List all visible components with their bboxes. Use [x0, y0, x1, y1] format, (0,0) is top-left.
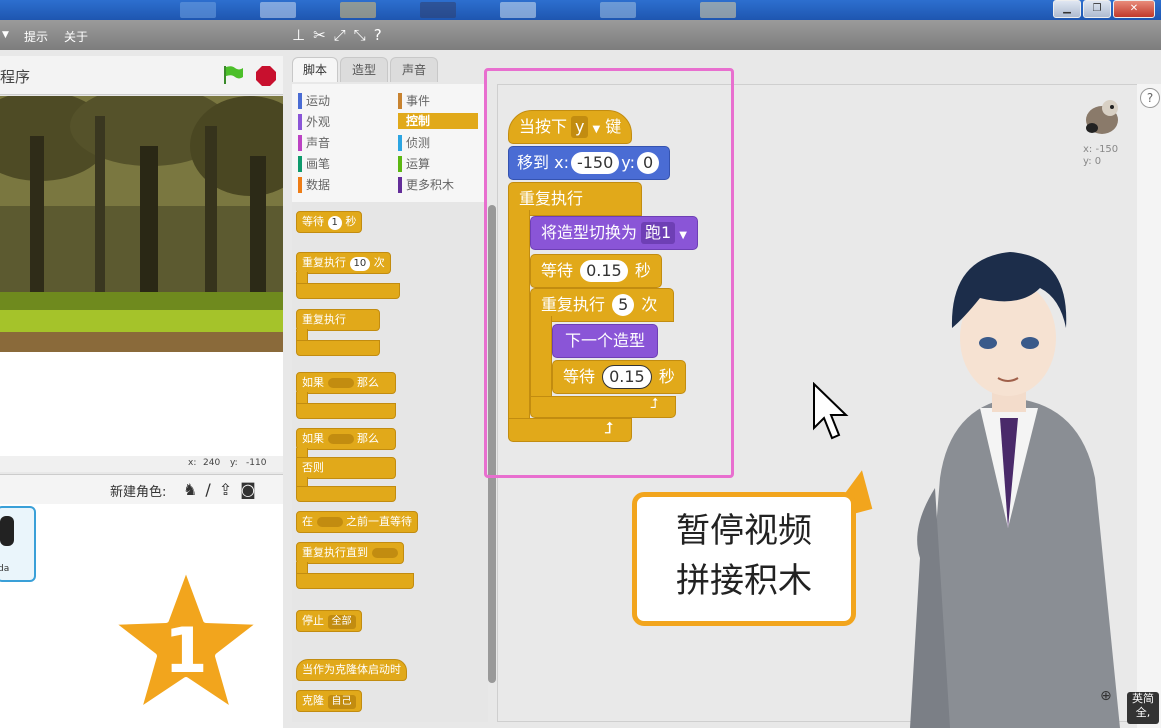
new-sprite-label: 新建角色:	[110, 485, 167, 500]
green-flag-icon[interactable]	[222, 65, 244, 85]
category-operators[interactable]: 运算	[398, 156, 430, 172]
block-footer	[296, 403, 396, 419]
mouse-x-label: x:	[188, 458, 197, 468]
forest-backdrop	[0, 96, 283, 352]
menu-bar: ▼ 提示 关于	[0, 20, 1161, 50]
maximize-button[interactable]: ❐	[1083, 0, 1111, 18]
mouse-x-value: 240	[203, 458, 221, 468]
sprite-library-icon[interactable]: ♞	[183, 480, 197, 499]
palette-if-else-block[interactable]: 如果 那么	[296, 428, 396, 450]
palette-wait-block[interactable]: 等待 1 秒	[296, 211, 363, 233]
help-icon[interactable]: ?	[374, 26, 382, 44]
tab-scripts[interactable]: 脚本	[292, 57, 338, 82]
taskbar-tile	[260, 2, 296, 18]
shrink-icon[interactable]: ⤡	[354, 26, 366, 44]
mouse-y-label: y:	[230, 458, 238, 468]
bubble-line-2: 拼接积木	[676, 561, 812, 601]
help-icon[interactable]: ?	[1140, 88, 1160, 108]
mouse-cursor-icon	[813, 382, 849, 440]
sprite-name: da	[0, 564, 10, 574]
palette-repeat-block[interactable]: 重复执行 10 次	[296, 252, 391, 274]
cut-icon[interactable]: ✂	[313, 26, 326, 44]
category-looks[interactable]: 外观	[298, 114, 330, 130]
tab-sounds[interactable]: 声音	[390, 57, 438, 82]
camera-icon[interactable]: ◙	[240, 480, 256, 499]
palette-else-label: 否则	[296, 457, 396, 479]
star-number: 1	[164, 614, 207, 687]
category-data[interactable]: 数据	[298, 177, 330, 193]
stage-canvas[interactable]	[0, 96, 283, 352]
ime-line-1: 英简	[1132, 692, 1154, 705]
sprite-x-info: x: -150	[1083, 144, 1119, 155]
taskbar-tile	[500, 2, 536, 18]
bubble-text: 暂停视频 拼接积木	[632, 506, 856, 606]
ime-line-2: 全,	[1135, 706, 1151, 719]
taskbar-tile	[700, 2, 736, 18]
mouse-coordinates: x: 240 y: -110	[0, 456, 283, 472]
sprite-thumbnail[interactable]: da	[0, 506, 36, 582]
ime-indicator[interactable]: 英简 全,	[1127, 692, 1159, 724]
panda-sprite-icon	[1086, 100, 1118, 134]
stop-icon[interactable]	[256, 66, 276, 86]
palette-wait-until-block[interactable]: 在 之前一直等待	[296, 511, 418, 533]
presenter-character	[910, 252, 1120, 728]
menu-about[interactable]: 关于	[64, 28, 88, 45]
taskbar-tile	[180, 2, 216, 18]
category-motion[interactable]: 运动	[298, 93, 330, 109]
palette-if-block[interactable]: 如果 那么	[296, 372, 396, 394]
panda-icon	[0, 516, 14, 546]
grow-icon[interactable]: ⤢	[334, 26, 346, 44]
star-badge: 1	[107, 563, 265, 715]
taskbar-tile	[340, 2, 376, 18]
new-sprite-tools: ♞ / ⇪ ◙	[183, 480, 256, 499]
project-title[interactable]: 程序	[0, 66, 30, 87]
palette-clone-start-block[interactable]: 当作为克隆体启动时	[296, 659, 407, 681]
dropdown-arrow-icon[interactable]: ▼	[2, 30, 9, 40]
right-strip	[1137, 84, 1161, 728]
block-footer	[296, 340, 380, 356]
category-sound[interactable]: 声音	[298, 135, 330, 151]
zoom-icon[interactable]: ⊕	[1100, 688, 1112, 704]
stage-below	[0, 352, 283, 458]
palette-clone-block[interactable]: 克隆 自己	[296, 690, 362, 712]
stamp-icon[interactable]: ⊥	[292, 26, 305, 44]
menu-tips[interactable]: 提示	[24, 28, 48, 45]
minimize-button[interactable]: ▁	[1053, 0, 1081, 18]
highlight-frame	[484, 68, 734, 478]
category-control[interactable]: 控制	[398, 113, 478, 129]
toolbar-icons: ⊥ ✂ ⤢ ⤡ ?	[292, 26, 382, 44]
window-titlebar	[0, 0, 1161, 20]
taskbar-tile	[600, 2, 636, 18]
category-more-blocks[interactable]: 更多积木	[398, 177, 454, 193]
sprite-y-info: y: 0	[1083, 156, 1102, 167]
tab-costumes[interactable]: 造型	[340, 57, 388, 82]
palette-stop-block[interactable]: 停止 全部	[296, 610, 362, 632]
block-footer	[296, 486, 396, 502]
block-footer	[296, 283, 400, 299]
block-footer	[296, 573, 414, 589]
category-events[interactable]: 事件	[398, 93, 430, 109]
mouse-y-value: -110	[246, 458, 267, 468]
taskbar-tile	[420, 2, 456, 18]
palette-forever-block[interactable]: 重复执行	[296, 309, 380, 331]
palette-repeat-until-block[interactable]: 重复执行直到	[296, 542, 404, 564]
category-sensing[interactable]: 侦测	[398, 135, 430, 151]
window-buttons: ▁ ❐ ✕	[1053, 0, 1155, 18]
category-pen[interactable]: 画笔	[298, 156, 330, 172]
upload-icon[interactable]: ⇪	[219, 480, 232, 499]
category-panel: 运动 事件 外观 控制 声音 侦测 画笔 运算 数据 更多积木	[292, 84, 484, 203]
close-button[interactable]: ✕	[1113, 0, 1155, 18]
bubble-line-1: 暂停视频	[676, 511, 812, 551]
paint-icon[interactable]: /	[205, 480, 210, 499]
